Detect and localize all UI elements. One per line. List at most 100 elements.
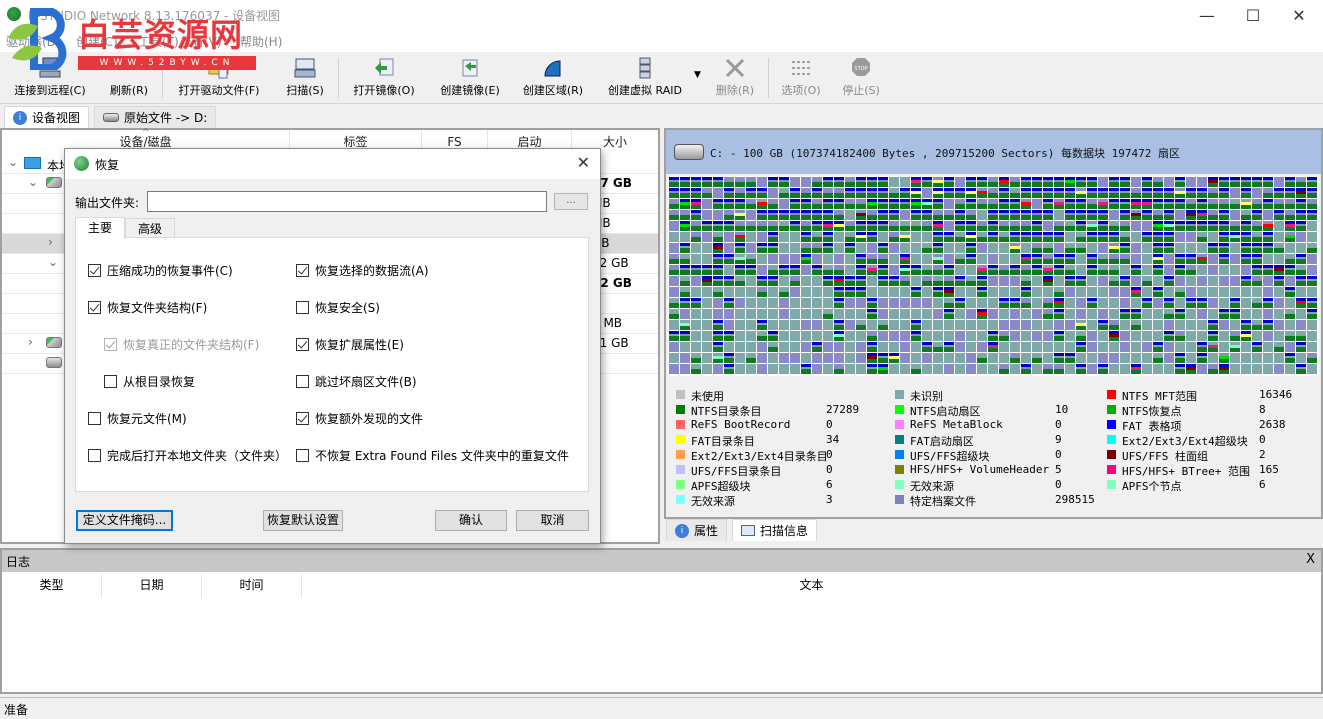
log-column-text[interactable]: 文本 [302,574,1321,598]
block-cell [823,177,833,187]
checkbox-checked[interactable] [296,264,309,277]
define-file-mask-button[interactable]: 定义文件掩码... [76,510,173,531]
log-column-time[interactable]: 时间 [202,574,302,598]
block-cell [1230,276,1240,286]
option-checkbox[interactable]: 从根目录恢复 [104,373,195,390]
option-checkbox[interactable]: 恢复选择的数据流(A) [296,262,429,279]
scan-button[interactable]: 扫描(S) [280,56,330,102]
checkbox-unchecked[interactable] [88,412,101,425]
checkbox-unchecked[interactable] [88,449,101,462]
dialog-tab-advanced[interactable]: 高级 [125,218,176,238]
chevron-down-icon[interactable]: ⌄ [8,155,18,169]
tab-raw-file[interactable]: 原始文件 -> D: [94,106,217,128]
option-checkbox[interactable]: 恢复额外发现的文件 [296,410,423,427]
open-image-button[interactable]: 打开镜像(O) [348,56,420,102]
checkbox-checked[interactable] [88,301,101,314]
option-checkbox[interactable]: 恢复文件夹结构(F) [88,299,207,316]
block-cell [1274,177,1284,187]
block-cell [1087,199,1097,209]
checkbox-unchecked[interactable] [296,449,309,462]
refresh-button[interactable]: 刷新(R) [104,56,154,102]
block-cell [669,188,679,198]
option-checkbox[interactable]: 压缩成功的恢复事件(C) [88,262,233,279]
checkbox-unchecked[interactable] [296,301,309,314]
checkbox-unchecked[interactable] [296,375,309,388]
menu-create[interactable]: 创建(C) [76,33,118,50]
block-cell [1054,320,1064,330]
options-button[interactable]: 选项(O) [778,56,824,102]
option-checkbox[interactable]: 不恢复 Extra Found Files 文件夹中的重复文件 [296,447,569,464]
legend-swatch [1107,405,1116,414]
block-cell [1285,177,1295,187]
tab-scan-info[interactable]: 扫描信息 [732,519,818,541]
block-cell [988,254,998,264]
block-cell [669,254,679,264]
block-cell [1164,188,1174,198]
restore-defaults-button[interactable]: 恢复默认设置 [263,510,343,531]
minimize-button[interactable]: — [1184,0,1230,30]
checkbox-unchecked[interactable] [104,375,117,388]
chevron-down-icon[interactable]: ⌄ [48,255,58,269]
create-virtual-raid-button[interactable]: 创建虚拟 RAID [602,56,688,102]
checkbox-checked[interactable] [296,412,309,425]
log-column-date[interactable]: 日期 [102,574,202,598]
block-cell [702,199,712,209]
block-cell [790,199,800,209]
close-button[interactable]: ✕ [1276,0,1322,30]
block-cell [724,331,734,341]
log-close-button[interactable]: X [1306,552,1315,567]
checkbox-checked[interactable] [296,338,309,351]
block-cell [1197,320,1207,330]
delete-button[interactable]: 删除(R) [712,56,758,102]
block-cell [999,320,1009,330]
block-cell [867,298,877,308]
stop-button[interactable]: STOP 停止(S) [838,56,884,102]
connect-remote-button[interactable]: 连接到远程(C) [8,56,92,102]
block-cell [823,320,833,330]
block-cell [900,276,910,286]
legend-label: NTFS MFT范围 [1122,390,1197,403]
block-cell [1219,331,1229,341]
scan-icon [294,58,316,78]
block-cell [790,188,800,198]
browse-button[interactable]: ... [554,193,588,210]
ok-button[interactable]: 确认 [435,510,507,531]
chevron-right-icon[interactable]: › [48,235,53,249]
menu-help[interactable]: 帮助(H) [240,33,282,50]
output-folder-input[interactable] [147,191,547,212]
open-drive-file-button[interactable]: 打开驱动文件(F) [172,56,266,102]
chevron-right-icon[interactable]: › [28,335,33,349]
block-cell [922,265,932,275]
block-cell [1010,331,1020,341]
raid-dropdown-arrow[interactable]: ▼ [694,70,701,80]
chevron-down-icon[interactable]: ⌄ [28,175,38,189]
block-cell [724,353,734,363]
block-cell [1142,254,1152,264]
toolbar: 连接到远程(C) 刷新(R) 打开驱动文件(F) 扫描(S) 打开镜像(O) 创… [0,52,1323,104]
legend-label: 无效来源 [910,480,954,493]
maximize-button[interactable]: ☐ [1230,0,1276,30]
dialog-close-button[interactable]: ✕ [577,153,590,172]
checkbox-checked[interactable] [88,264,101,277]
option-checkbox[interactable]: 恢复扩展属性(E) [296,336,404,353]
option-checkbox[interactable]: 完成后打开本地文件夹（文件夹） [88,447,287,464]
tab-properties[interactable]: i 属性 [666,519,728,541]
menu-view[interactable]: 查看(V) [180,33,222,50]
option-checkbox[interactable]: 跳过坏扇区文件(B) [296,373,417,390]
block-cell [889,309,899,319]
menu-tools[interactable]: 工具(T) [138,33,179,50]
legend-swatch [895,465,904,474]
tab-device-view[interactable]: i 设备视图 [4,106,90,128]
menu-drive[interactable]: 驱动器(D) [6,33,61,50]
block-cell [713,353,723,363]
cancel-button[interactable]: 取消 [516,510,589,531]
block-cell [1021,276,1031,286]
block-map[interactable] [668,176,1319,376]
log-column-type[interactable]: 类型 [2,574,102,598]
create-region-button[interactable]: 创建区域(R) [518,56,588,102]
dialog-tab-main[interactable]: 主要 [75,217,126,239]
create-image-button[interactable]: 创建镜像(E) [432,56,508,102]
option-checkbox[interactable]: 恢复元文件(M) [88,410,187,427]
block-cell [1109,309,1119,319]
option-checkbox[interactable]: 恢复安全(S) [296,299,380,316]
